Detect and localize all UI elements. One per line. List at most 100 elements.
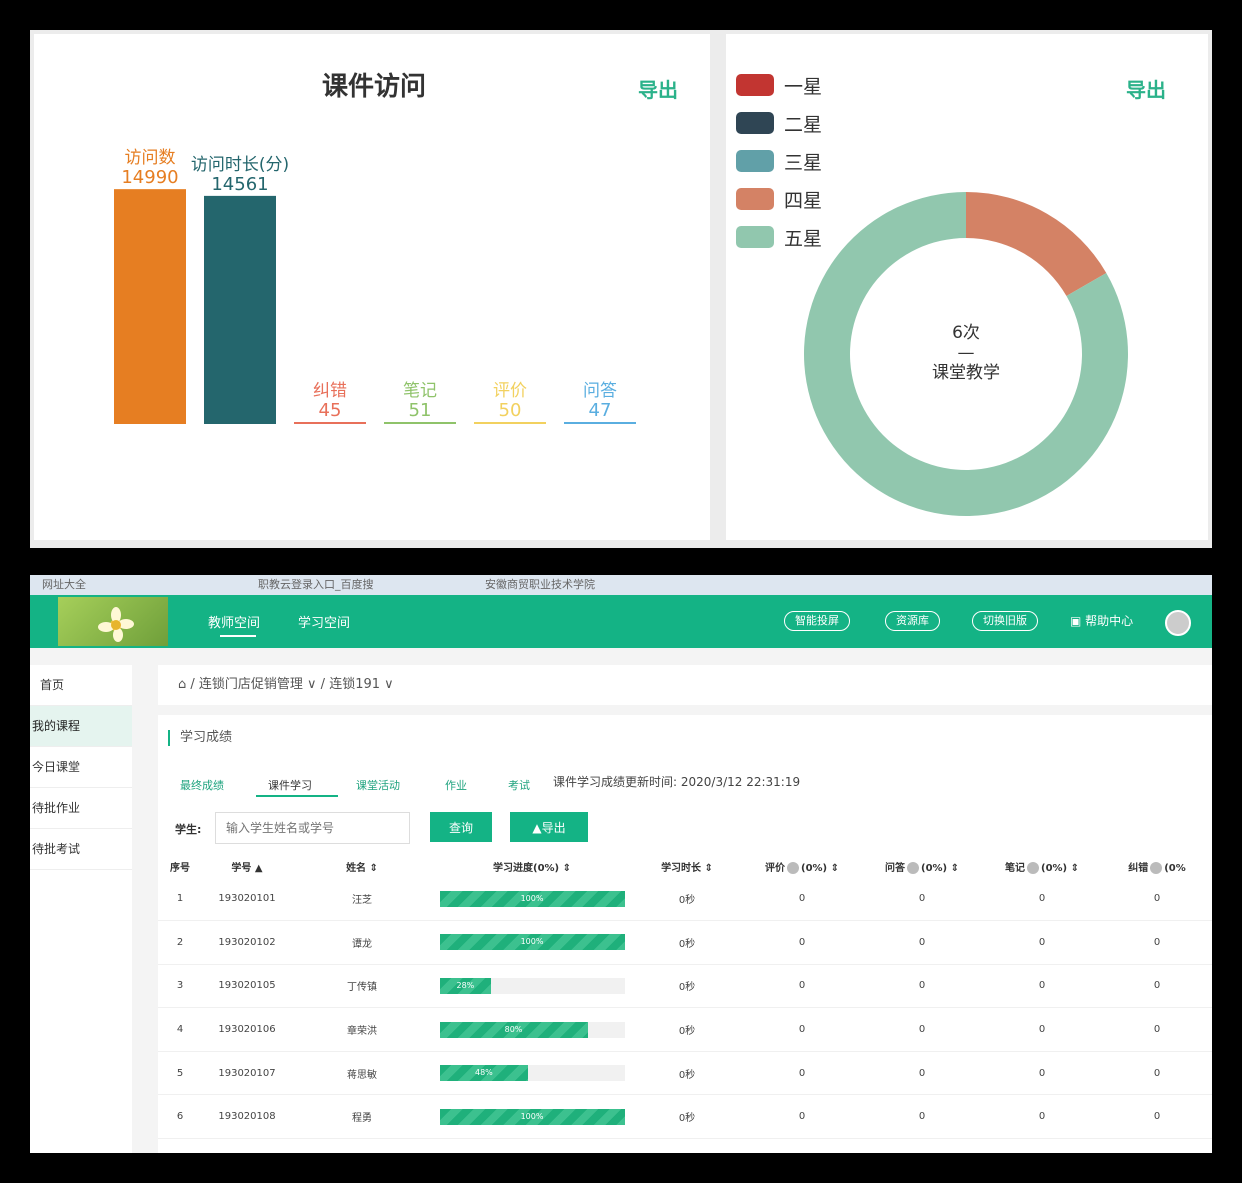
browser-tab[interactable]: 网址大全 <box>42 577 86 593</box>
browser-screenshot: 网址大全 职教云登录入口_百度搜 安徽商贸职业技术学院 教师空间 学习空间 智能… <box>30 575 1212 1153</box>
browser-tab-strip: 网址大全 职教云登录入口_百度搜 安徽商贸职业技术学院 <box>30 575 1212 595</box>
tab-homework[interactable]: 作业 <box>445 777 467 793</box>
cell-eval: 0 <box>742 1007 862 1052</box>
donut-slice <box>966 192 1107 296</box>
col-notes-label: 笔记 <box>1005 862 1025 874</box>
bar-category-label: 评价 <box>493 381 527 401</box>
question-icon[interactable] <box>1027 861 1039 874</box>
bar-value-label: 51 <box>409 400 432 421</box>
col-notes[interactable]: 笔记 (0%) ⇕ <box>982 855 1102 877</box>
browser-tab[interactable]: 安徽商贸职业技术学院 <box>485 577 595 593</box>
bar-value-label: 14561 <box>211 174 268 195</box>
progress-label: 28% <box>456 980 475 990</box>
cell-no: 6 <box>158 1094 202 1140</box>
student-search-input[interactable] <box>215 812 410 844</box>
help-center-link[interactable]: ▣ 帮助中心 <box>1070 612 1133 629</box>
cell-progress: 100% <box>432 920 632 965</box>
bar-3 <box>384 422 456 424</box>
charts-area: 课件访问 导出 访问数 14990 访问时长(分) 14561 纠错 45 笔记 51 评价 50… <box>30 30 1212 548</box>
breadcrumb[interactable]: ⌂ / 连锁门店促销管理 ∨ / 连锁191 ∨ <box>158 665 1212 705</box>
nav-study-space[interactable]: 学习空间 <box>298 612 350 631</box>
tab-active-indicator <box>256 795 338 797</box>
cell-no: 2 <box>158 920 202 965</box>
cell-duration: 0秒 <box>632 920 742 965</box>
cell-eval: 0 <box>742 964 862 1009</box>
cell-duration: 0秒 <box>632 1094 742 1140</box>
cell-duration: 0秒 <box>632 1007 742 1052</box>
cell-eval: 0 <box>742 1094 862 1140</box>
cell-notes: 0 <box>982 964 1102 1009</box>
cell-eval: 0 <box>742 1051 862 1096</box>
donut-center-label: 课堂教学 <box>932 363 1000 383</box>
sidebar: 首页 我的课程 今日课堂 待批作业 待批考试 <box>30 665 132 1153</box>
question-icon[interactable] <box>1150 861 1163 874</box>
progress-bar: 48% <box>439 1065 625 1082</box>
progress-label: 80% <box>504 1024 523 1034</box>
section-title: 学习成绩 <box>168 730 232 746</box>
tab-final-score[interactable]: 最终成绩 <box>180 777 224 793</box>
tab-courseware-study[interactable]: 课件学习 <box>268 777 312 793</box>
question-icon[interactable] <box>907 861 919 874</box>
bar-2 <box>294 422 366 424</box>
sidebar-item-exam[interactable]: 待批考试 <box>30 829 132 870</box>
col-duration[interactable]: 学习时长 ⇕ <box>632 855 742 877</box>
col-errata[interactable]: 纠错 (0% <box>1102 855 1212 877</box>
col-name[interactable]: 姓名 ⇕ <box>292 855 432 877</box>
cell-student-id: 193020101 <box>202 877 292 922</box>
bar-1 <box>204 195 276 424</box>
col-eval[interactable]: 评价 (0%) ⇕ <box>742 855 862 877</box>
donut-center-label: — <box>958 343 975 363</box>
cell-student-id: 193020102 <box>202 920 292 965</box>
bar-4 <box>474 422 546 424</box>
smart-cast-button[interactable]: 智能投屏 <box>784 611 850 631</box>
cell-progress: 48% <box>432 1051 632 1096</box>
col-qa-label: 问答 <box>885 862 905 874</box>
cell-notes: 0 <box>982 877 1102 922</box>
col-student-id[interactable]: 学号 ▲ <box>202 855 292 877</box>
sidebar-item-homework[interactable]: 待批作业 <box>30 788 132 829</box>
cell-progress: 80% <box>432 1007 632 1052</box>
cell-progress: 100% <box>432 877 632 922</box>
score-table: 序号 学号 ▲ 姓名 ⇕ 学习进度(0%) ⇕ 学习时长 ⇕ 评价 (0%) ⇕ … <box>158 855 1212 1140</box>
col-qa[interactable]: 问答 (0%) ⇕ <box>862 855 982 877</box>
cell-name: 程勇 <box>292 1094 432 1140</box>
progress-label: 100% <box>520 1111 544 1121</box>
browser-tab[interactable]: 职教云登录入口_百度搜 <box>258 577 374 593</box>
bar-value-label: 50 <box>499 400 522 421</box>
cell-student-id: 193020106 <box>202 1007 292 1052</box>
switch-old-version-button[interactable]: 切换旧版 <box>972 611 1038 631</box>
flower-icon <box>98 607 134 642</box>
tab-classroom-activity[interactable]: 课堂活动 <box>356 777 400 793</box>
query-button[interactable]: 查询 <box>430 812 492 842</box>
sidebar-item-today-class[interactable]: 今日课堂 <box>30 747 132 788</box>
update-time: 课件学习成绩更新时间: 2020/3/12 22:31:19 <box>553 775 801 789</box>
cell-errata: 0 <box>1102 964 1212 1009</box>
sidebar-item-my-courses[interactable]: 我的课程 <box>30 706 132 747</box>
donut-chart: 6次—课堂教学 <box>804 192 1128 516</box>
cell-name: 丁传镇 <box>292 964 432 1009</box>
sidebar-item-home[interactable]: 首页 <box>30 665 132 706</box>
table-row: 5 193020107 蒋思敏 48% 0秒 0 0 0 0 <box>158 1051 1212 1096</box>
table-row: 1 193020101 汪芝 100% 0秒 0 0 0 0 <box>158 877 1212 922</box>
question-icon[interactable] <box>787 861 799 874</box>
export-button[interactable]: ▲导出 <box>510 812 588 842</box>
avatar[interactable] <box>1165 610 1191 636</box>
col-errata-sort: (0% <box>1164 862 1186 874</box>
table-row: 2 193020102 谭龙 100% 0秒 0 0 0 0 <box>158 920 1212 965</box>
progress-bar: 100% <box>439 1108 625 1125</box>
col-eval-label: 评价 <box>765 862 785 874</box>
tab-exam[interactable]: 考试 <box>508 777 530 793</box>
progress-label: 100% <box>520 937 544 947</box>
col-eval-sort: (0%) ⇕ <box>801 862 839 874</box>
table-row: 3 193020105 丁传镇 28% 0秒 0 0 0 0 <box>158 964 1212 1009</box>
resource-library-button[interactable]: 资源库 <box>885 611 940 631</box>
cell-name: 章荣洪 <box>292 1007 432 1052</box>
bar-value-label: 14990 <box>121 167 178 188</box>
col-progress[interactable]: 学习进度(0%) ⇕ <box>432 855 632 877</box>
nav-teacher-space[interactable]: 教师空间 <box>208 612 260 631</box>
col-no: 序号 <box>170 862 190 874</box>
cell-progress: 100% <box>432 1094 632 1140</box>
bar-0 <box>114 189 186 424</box>
export-button-label: 导出 <box>541 820 566 835</box>
cell-qa: 0 <box>862 1007 982 1052</box>
